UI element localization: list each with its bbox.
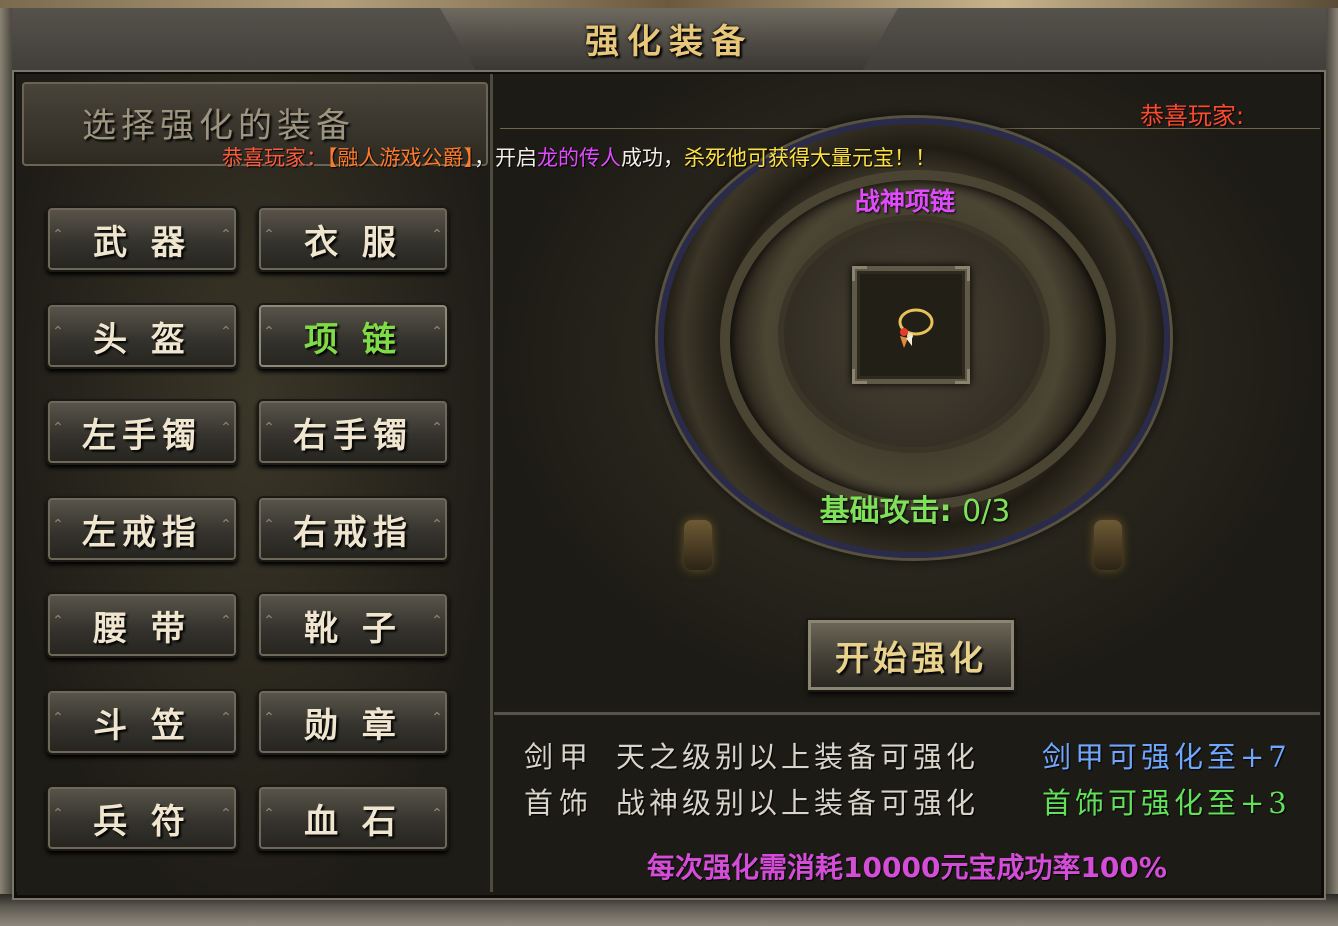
info-row-requirement: 战神级别以上装备可强化 xyxy=(616,786,980,820)
equipment-slot-label: 武 器 xyxy=(93,222,191,263)
ornament-left-icon: ⌃ xyxy=(52,613,64,629)
equipment-slot-button[interactable]: ⌃ 武 器 ⌃ xyxy=(46,206,238,272)
ornament-right-icon: ⌃ xyxy=(220,420,232,436)
necklace-icon xyxy=(898,308,934,348)
equipment-slot-button[interactable]: ⌃ 靴 子 ⌃ xyxy=(257,592,449,658)
ornament-left-icon: ⌃ xyxy=(52,806,64,822)
ornament-right-icon: ⌃ xyxy=(431,613,443,629)
base-attack-label: 基础攻击: xyxy=(819,494,952,529)
equipment-slot-button[interactable]: ⌃ 右手镯 ⌃ xyxy=(257,399,449,465)
ornament-left-icon: ⌃ xyxy=(263,613,275,629)
window-title: 强化装备 xyxy=(585,22,753,62)
item-name: 战神项链 xyxy=(854,187,955,216)
equipment-slot-label: 兵 符 xyxy=(93,801,191,842)
info-row-limit: 剑甲可强化至+7 xyxy=(1042,740,1291,774)
lantern-right-icon xyxy=(1094,520,1122,570)
info-row-limit: 首饰可强化至+3 xyxy=(1042,786,1291,820)
equipment-slot-button[interactable]: ⌃ 衣 服 ⌃ xyxy=(257,206,449,272)
base-attack-stat: 基础攻击: 0/3 xyxy=(790,486,1040,530)
ornament-right-icon: ⌃ xyxy=(431,420,443,436)
game-window: 强化装备 选择强化的装备 ⌃ 武 器 ⌃ ⌃ 衣 服 ⌃ ⌃ 头 盔 ⌃ ⌃ 项 链 ⌃ ⌃ 左手镯 ⌃ ⌃ 右… xyxy=(0,0,1338,926)
broadcast-suffix2: 杀死他可获得大量元宝！！ xyxy=(684,146,936,170)
info-row-category: 首饰 xyxy=(524,786,595,820)
equipment-slot-label: 头 盔 xyxy=(93,319,191,360)
ornament-left-icon: ⌃ xyxy=(52,227,64,243)
broadcast-middle: ，开启 xyxy=(474,146,537,170)
ornament-right-icon: ⌃ xyxy=(220,324,232,340)
ornament-right-icon: ⌃ xyxy=(220,613,232,629)
equipment-slot-label: 腰 带 xyxy=(93,608,191,649)
top-border-strip xyxy=(0,0,1338,8)
equipment-slot-label: 右手镯 xyxy=(293,415,413,456)
equipment-slot-button[interactable]: ⌃ 左戒指 ⌃ xyxy=(46,496,238,562)
lantern-left-icon xyxy=(684,520,712,570)
equipment-slot-button[interactable]: ⌃ 斗 笠 ⌃ xyxy=(46,689,238,755)
start-enhance-label: 开始强化 xyxy=(835,638,987,679)
equipment-slot-button[interactable]: ⌃ 勋 章 ⌃ xyxy=(257,689,449,755)
broadcast-target: 龙的传人 xyxy=(537,146,621,170)
broadcast-prefix: 恭喜玩家： xyxy=(222,146,327,170)
congrats-label: 恭喜玩家: xyxy=(1140,102,1245,130)
ornament-right-icon: ⌃ xyxy=(431,806,443,822)
info-row-category: 剑甲 xyxy=(524,740,595,774)
ornament-right-icon: ⌃ xyxy=(431,710,443,726)
equipment-slot-button[interactable]: ⌃ 腰 带 ⌃ xyxy=(46,592,238,658)
slot-corner-tr xyxy=(955,266,970,281)
ornament-left-icon: ⌃ xyxy=(263,324,275,340)
info-row-requirement: 天之级别以上装备可强化 xyxy=(616,740,980,774)
ornament-right-icon: ⌃ xyxy=(220,806,232,822)
enhance-cost-text: 每次强化需消耗10000元宝成功率100% xyxy=(647,851,1167,884)
equipment-slot-button[interactable]: ⌃ 头 盔 ⌃ xyxy=(46,303,238,369)
equipment-select-panel xyxy=(16,74,493,892)
frame-edge-right xyxy=(1326,8,1338,926)
broadcast-player: 【融人游戏公爵】 xyxy=(327,146,474,170)
ornament-left-icon: ⌃ xyxy=(52,517,64,533)
broadcast-suffix1: 成功， xyxy=(621,146,684,170)
ornament-right-icon: ⌃ xyxy=(220,517,232,533)
equipment-slot-label: 斗 笠 xyxy=(93,705,191,746)
ornament-left-icon: ⌃ xyxy=(263,806,275,822)
slot-corner-bl xyxy=(852,369,867,384)
slot-corner-br xyxy=(955,369,970,384)
base-attack-value: 0/3 xyxy=(962,494,1011,529)
equipment-slot-button[interactable]: ⌃ 项 链 ⌃ xyxy=(257,303,449,369)
slot-corner-tl xyxy=(852,266,867,281)
ornament-right-icon: ⌃ xyxy=(431,227,443,243)
equipment-select-title: 选择强化的装备 xyxy=(82,106,355,146)
equipment-slot-label: 血 石 xyxy=(304,801,402,842)
equipment-slot-label: 右戒指 xyxy=(293,512,413,553)
equipment-slot-label: 左手镯 xyxy=(82,415,202,456)
start-enhance-button[interactable]: 开始强化 xyxy=(808,620,1014,690)
broadcast-message: 恭喜玩家：【融人游戏公爵】，开启龙的传人成功，杀死他可获得大量元宝！！ xyxy=(222,142,936,172)
ornament-left-icon: ⌃ xyxy=(263,227,275,243)
equipment-slot-button[interactable]: ⌃ 右戒指 ⌃ xyxy=(257,496,449,562)
equipment-slot-label: 衣 服 xyxy=(304,222,402,263)
equipment-slot-button[interactable]: ⌃ 左手镯 ⌃ xyxy=(46,399,238,465)
ornament-left-icon: ⌃ xyxy=(263,420,275,436)
equipment-slot-label: 左戒指 xyxy=(82,512,202,553)
ornament-left-icon: ⌃ xyxy=(263,517,275,533)
equipment-slot-button[interactable]: ⌃ 兵 符 ⌃ xyxy=(46,785,238,851)
ornament-right-icon: ⌃ xyxy=(220,227,232,243)
ornament-left-icon: ⌃ xyxy=(52,324,64,340)
equipment-slot-button[interactable]: ⌃ 血 石 ⌃ xyxy=(257,785,449,851)
ornament-right-icon: ⌃ xyxy=(220,710,232,726)
ornament-left-icon: ⌃ xyxy=(263,710,275,726)
ornament-left-icon: ⌃ xyxy=(52,710,64,726)
info-row-armor: 剑甲 天之级别以上装备可强化 剑甲可强化至+7 xyxy=(524,734,1287,776)
equipment-slot-label: 项 链 xyxy=(304,319,402,360)
equipment-slot-label: 勋 章 xyxy=(304,705,402,746)
frame-edge-left xyxy=(0,8,12,926)
ornament-right-icon: ⌃ xyxy=(431,517,443,533)
ornament-right-icon: ⌃ xyxy=(431,324,443,340)
info-row-jewelry: 首饰 战神级别以上装备可强化 首饰可强化至+3 xyxy=(524,780,1287,822)
equipment-slot-label: 靴 子 xyxy=(304,608,402,649)
ornament-left-icon: ⌃ xyxy=(52,420,64,436)
